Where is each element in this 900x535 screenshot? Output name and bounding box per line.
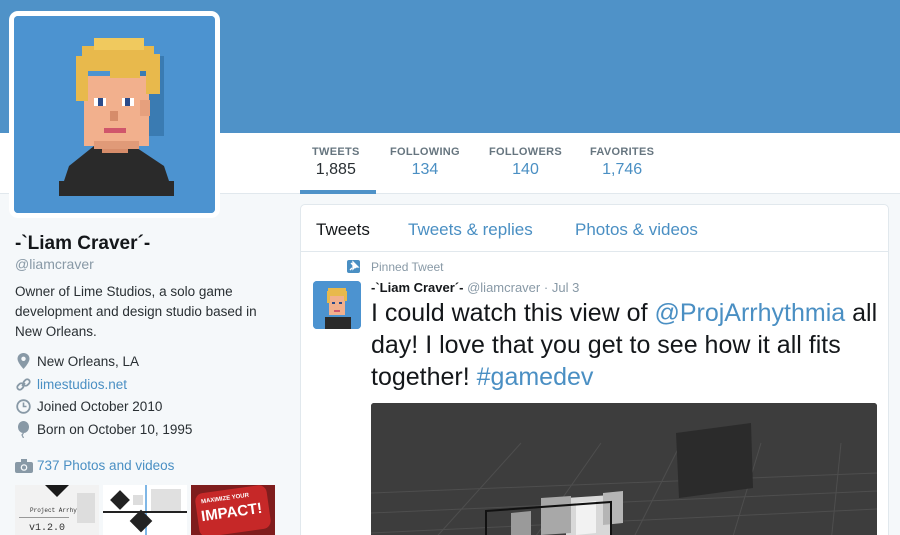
profile-website[interactable]: limestudios.net: [15, 375, 127, 393]
stat-favorites-value: 1,746: [602, 161, 643, 178]
profile-location: New Orleans, LA: [15, 352, 139, 370]
stat-followers[interactable]: FOLLOWERS 140: [489, 146, 562, 179]
location-text: New Orleans, LA: [37, 353, 140, 369]
stat-tweets-value: 1,885: [315, 161, 356, 178]
tab-tweets-replies[interactable]: Tweets & replies: [408, 220, 533, 240]
link-icon: [15, 376, 32, 393]
triangle-shape: [45, 485, 69, 497]
tab-tweets[interactable]: Tweets: [316, 220, 370, 240]
guide-line: [103, 511, 187, 513]
thumb-caption: v1.2.0: [29, 523, 66, 534]
pinned-tweet-label: Pinned Tweet: [371, 260, 444, 274]
stat-following[interactable]: FOLLOWING 134: [390, 146, 460, 179]
active-stat-underline: [300, 190, 376, 194]
diamond-shape: [129, 509, 153, 533]
thumb-panel: [77, 493, 95, 523]
stat-followers-value: 140: [512, 161, 539, 178]
tweet-mention-link[interactable]: @ProjArrhythmia: [654, 299, 845, 327]
block-shape: [133, 495, 143, 505]
photo-thumbnail[interactable]: MAXIMIZE YOUR IMPACT!: [191, 485, 275, 535]
tweet-author-handle[interactable]: @liamcraver: [467, 280, 540, 295]
photos-videos-link[interactable]: 737 Photos and videos: [15, 458, 174, 473]
balloon-icon: [15, 420, 32, 438]
diamond-shape: [110, 490, 130, 510]
joined-text: Joined October 2010: [37, 398, 163, 414]
stat-followers-label: FOLLOWERS: [489, 146, 562, 158]
stat-favorites[interactable]: FAVORITES 1,746: [590, 146, 654, 179]
tweet-separator: ·: [543, 280, 549, 295]
photos-videos-label[interactable]: 737 Photos and videos: [37, 458, 174, 473]
timeline-panel: Tweets Tweets & replies Photos & videos …: [300, 204, 889, 535]
stat-favorites-label: FAVORITES: [590, 146, 655, 158]
stat-tweets[interactable]: TWEETS 1,885: [312, 146, 360, 179]
block-shape: [151, 489, 181, 513]
stat-following-label: FOLLOWING: [390, 146, 460, 158]
born-text: Born on October 10, 1995: [37, 421, 193, 437]
profile-bio: Owner of Lime Studios, a solo game devel…: [15, 284, 257, 339]
stat-following-value: 134: [411, 161, 439, 178]
tweet-author-name[interactable]: -`Liam Craver´-: [371, 280, 463, 295]
tweet-author-avatar[interactable]: [313, 281, 361, 329]
profile-name[interactable]: -`Liam Craver´-: [15, 233, 150, 255]
tweet-header: -`Liam Craver´- @liamcraver · Jul 3: [371, 280, 579, 295]
avatar-image: [14, 16, 215, 213]
tweet-text: I could watch this view of @ProjArrhythm…: [371, 297, 881, 393]
pin-icon: [347, 260, 360, 273]
website-link[interactable]: limestudios.net: [37, 377, 127, 392]
profile-handle[interactable]: @liamcraver: [15, 256, 94, 272]
profile-born: Born on October 10, 1995: [15, 420, 192, 438]
tabs-divider: [301, 251, 888, 252]
profile-avatar[interactable]: [9, 11, 220, 218]
photo-thumbnail[interactable]: Project Arrhythmia v1.2.0: [15, 485, 99, 535]
tweet-text-part: I could watch this view of: [371, 299, 655, 327]
location-pin-icon: [15, 353, 32, 370]
profile-joined: Joined October 2010: [15, 397, 162, 415]
calendar-clock-icon: [15, 398, 32, 415]
tab-photos-videos[interactable]: Photos & videos: [575, 220, 698, 240]
tweet-hashtag-link[interactable]: #gamedev: [477, 363, 594, 391]
stat-tweets-label: TWEETS: [312, 146, 360, 158]
tweet-media-image[interactable]: [371, 403, 877, 535]
thumb-rule: [19, 517, 69, 518]
camera-icon: [15, 458, 33, 473]
photo-thumbnail[interactable]: [103, 485, 187, 535]
tweet-date[interactable]: Jul 3: [552, 280, 579, 295]
